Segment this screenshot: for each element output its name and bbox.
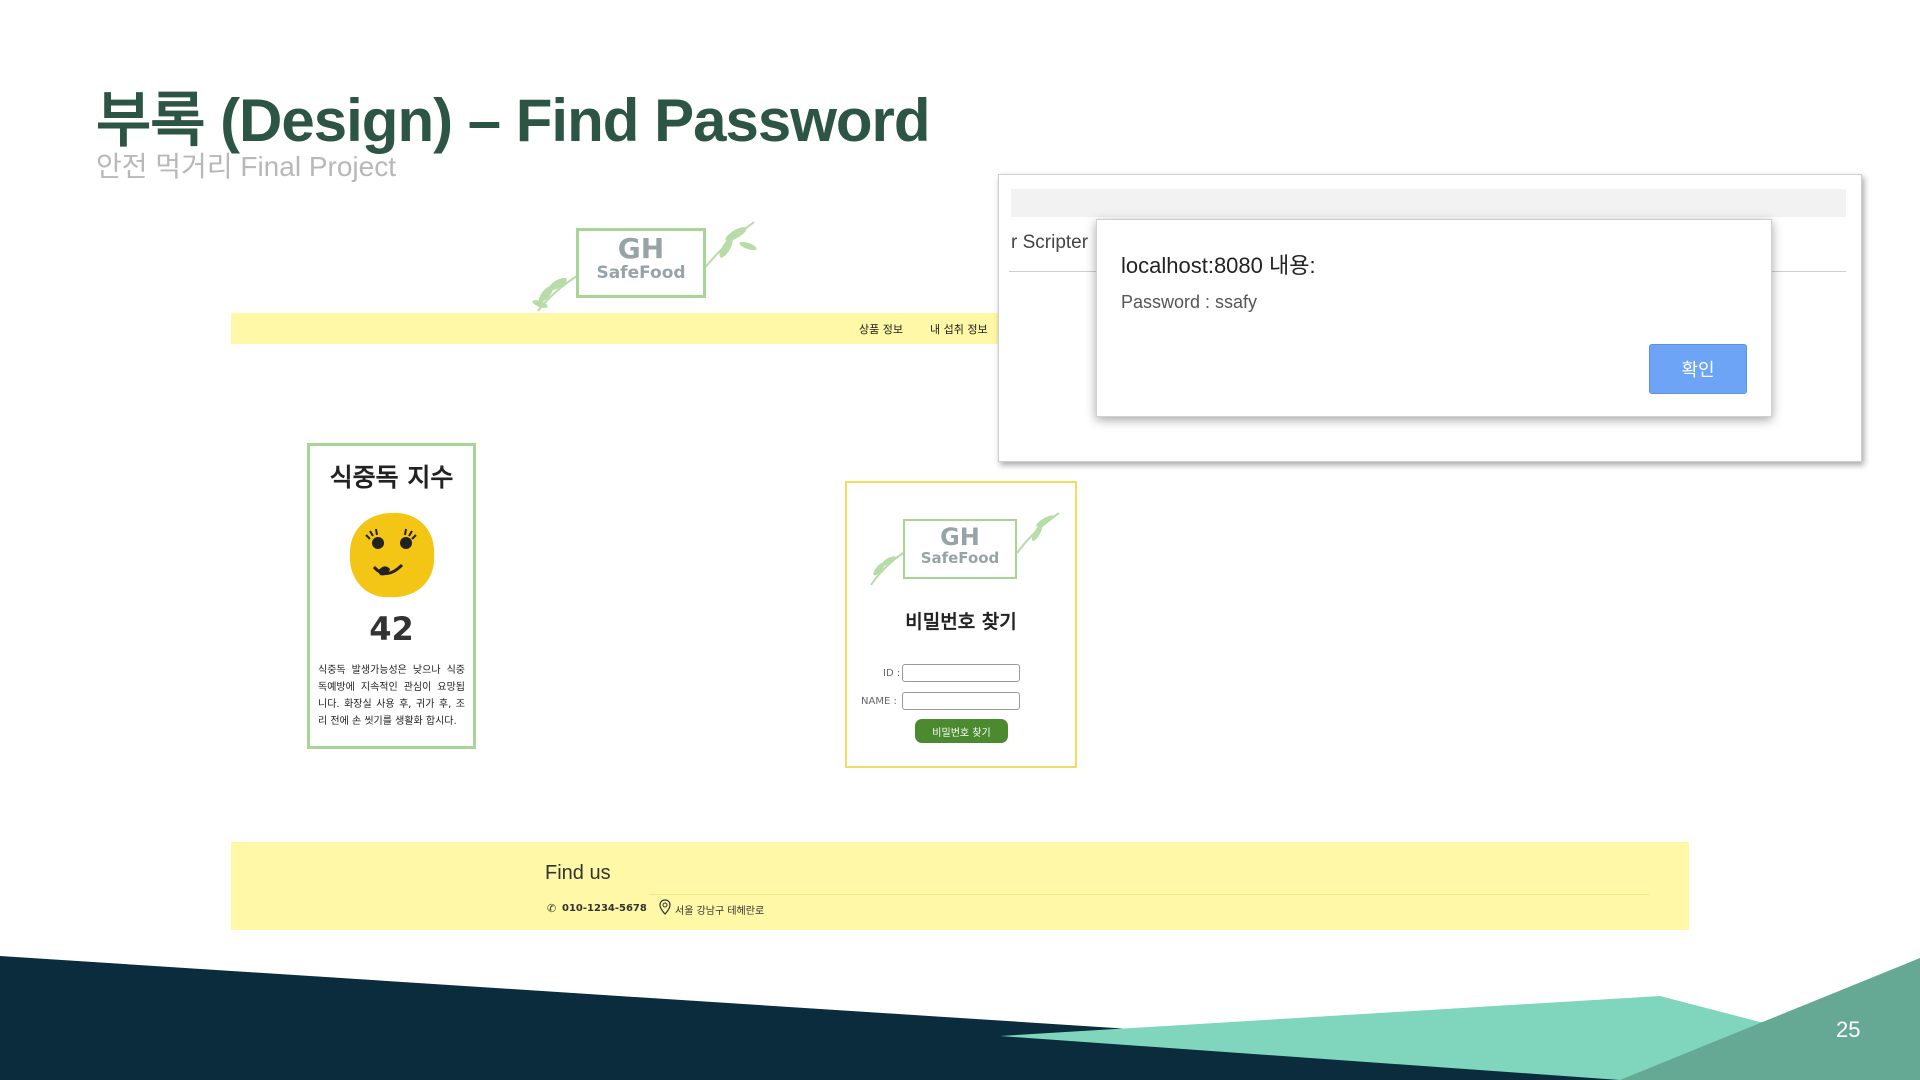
card-logo: GH SafeFood (863, 507, 1063, 597)
name-label: NAME : (861, 696, 897, 707)
footer-divider (649, 894, 1649, 895)
alert-ok-button[interactable]: 확인 (1649, 344, 1747, 394)
footer-phone: 010-1234-5678 (562, 903, 647, 914)
alert-message: Password : ssafy (1121, 292, 1258, 312)
logo-text-gh: GH (617, 232, 665, 265)
name-input[interactable] (902, 692, 1020, 710)
footer-address: 서울 강남구 테헤란로 (675, 906, 765, 917)
nav-bar: 상품 정보 내 섭취 정보 (231, 313, 1003, 344)
slide-subtitle: 안전 먹거리 Final Project (96, 151, 396, 182)
browser-background-text: r Scripter (1011, 232, 1089, 253)
alert-dialog: localhost:8080 내용: Password : ssafy 확인 (1096, 219, 1772, 417)
food-poisoning-card: 식중독 지수 42 식중독 발생가능성은 낮으나 식중독예방에 지속적인 관심이… (307, 443, 476, 749)
logo-text-safefood: SafeFood (920, 549, 1000, 567)
find-password-card: GH SafeFood 비밀번호 찾기 ID : NAME : 비밀번호 찾기 (845, 481, 1077, 768)
id-input[interactable] (902, 664, 1020, 682)
id-label: ID : (883, 668, 901, 679)
logo-text-gh: GH (940, 523, 980, 551)
nav-item-product-info[interactable]: 상품 정보 (859, 321, 903, 337)
site-footer: Find us ✆ 010-1234-5678 서울 강남구 테헤란로 (231, 842, 1689, 930)
nav-item-my-intake[interactable]: 내 섭취 정보 (930, 321, 988, 337)
browser-address-bar[interactable] (1011, 189, 1846, 217)
food-poisoning-value: 42 (369, 610, 414, 648)
bottom-decoration (0, 956, 1920, 1080)
footer-heading: Find us (545, 862, 611, 884)
site-logo[interactable]: GH SafeFood (528, 216, 758, 316)
page-number: 25 (1836, 1017, 1861, 1042)
alert-title: localhost:8080 내용: (1121, 253, 1316, 278)
find-password-title: 비밀번호 찾기 (905, 611, 1017, 633)
phone-icon: ✆ (547, 902, 557, 915)
food-poisoning-description: 식중독 발생가능성은 낮으나 식중독예방에 지속적인 관심이 요망됩니다. 화장… (318, 665, 465, 727)
smiley-face-icon (349, 512, 435, 598)
logo-text-safefood: SafeFood (596, 263, 686, 283)
leaf-icon (1016, 512, 1060, 554)
food-poisoning-title: 식중독 지수 (329, 463, 454, 492)
find-password-button[interactable]: 비밀번호 찾기 (915, 719, 1008, 743)
location-pin-icon (659, 899, 671, 915)
